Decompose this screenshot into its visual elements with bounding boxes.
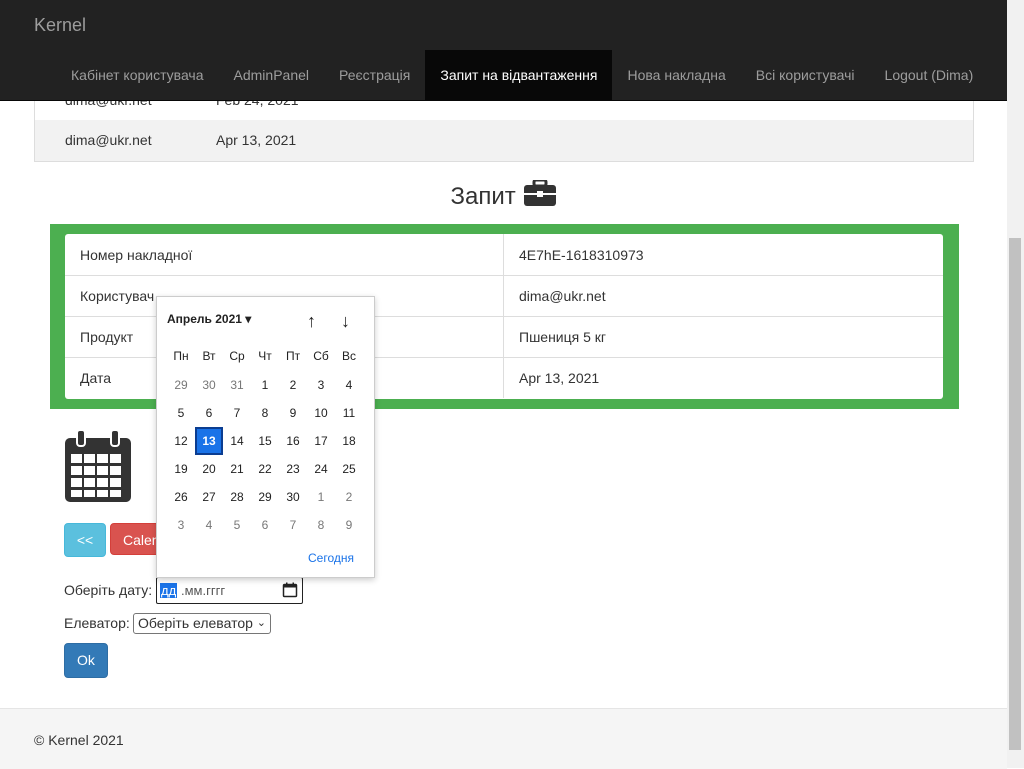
calendar-day[interactable]: 18 — [335, 431, 363, 451]
calendar-day[interactable]: 5 — [223, 515, 251, 535]
previous-month-arrow-icon[interactable]: ↑ — [307, 311, 316, 332]
calendar-day[interactable]: 30 — [279, 487, 307, 507]
nav-menu: Кабінет користувача AdminPanel Реєстраці… — [56, 50, 988, 100]
calendar-day[interactable]: 8 — [307, 515, 335, 535]
row-email: dima@ukr.net — [65, 132, 152, 148]
calendar-day[interactable]: 3 — [167, 515, 195, 535]
weekday-header: Вс — [341, 349, 356, 363]
calendar-day[interactable]: 10 — [307, 403, 335, 423]
calendar-day[interactable]: 19 — [167, 459, 195, 479]
calendar-day[interactable]: 11 — [335, 403, 363, 423]
calendar-day[interactable]: 9 — [279, 403, 307, 423]
selected-day[interactable]: 13 — [195, 427, 223, 455]
chevron-down-icon: ⌄ — [256, 617, 266, 629]
calendar-day[interactable]: 23 — [279, 459, 307, 479]
caret-down-icon: ▾ — [245, 312, 252, 326]
calendar-day[interactable]: 12 — [167, 431, 195, 451]
calendar-day[interactable]: 6 — [251, 515, 279, 535]
date-input[interactable]: дд .мм.гггг — [156, 577, 303, 604]
nav-item-cabinet[interactable]: Кабінет користувача — [56, 50, 219, 100]
nav-item-logout[interactable]: Logout (Dima) — [870, 50, 989, 100]
calendar-picker-icon[interactable] — [282, 582, 298, 598]
elevator-select[interactable]: Оберіть елеватор ⌄ — [133, 613, 271, 634]
calendar-day[interactable]: 6 — [195, 403, 223, 423]
field-label: Номер накладної — [80, 247, 193, 263]
row-date: Apr 13, 2021 — [216, 132, 297, 148]
field-label: Користувач — [80, 288, 155, 304]
calendar-day[interactable]: 20 — [195, 459, 223, 479]
date-label: Оберіть дату: — [64, 582, 153, 598]
weekday-header: Вт — [202, 349, 216, 363]
calendar-day[interactable]: 9 — [335, 515, 363, 535]
elevator-selected-value: Оберіть елеватор — [138, 615, 253, 631]
footer-copyright: © Kernel 2021 — [34, 732, 124, 748]
calendar-day[interactable]: 14 — [223, 431, 251, 451]
calendar-day[interactable]: 25 — [335, 459, 363, 479]
navbar: Kernel Кабінет користувача AdminPanel Ре… — [0, 0, 1007, 101]
nav-item-request[interactable]: Запит на відвантаження — [425, 50, 613, 100]
table-row: Номер накладної 4E7hE-1618310973 — [65, 234, 943, 276]
briefcase-icon — [524, 178, 557, 206]
calendar-day[interactable]: 4 — [195, 515, 223, 535]
title-text: Запит — [450, 183, 516, 210]
weekday-header: Сб — [313, 349, 329, 363]
calendar-day[interactable]: 29 — [167, 375, 195, 395]
date-picker-popup: Апрель 2021 ▾ ↑ ↓ Пн Вт Ср Чт Пт Сб Вс 29 30 31 1 2… — [156, 296, 375, 578]
calendar-day[interactable]: 1 — [251, 375, 279, 395]
calendar-day[interactable]: 17 — [307, 431, 335, 451]
nav-item-adminpanel[interactable]: AdminPanel — [219, 50, 325, 100]
calendar-day[interactable]: 2 — [335, 487, 363, 507]
field-value: dima@ukr.net — [519, 288, 606, 304]
calendar-day[interactable]: 8 — [251, 403, 279, 423]
calendar-day[interactable]: 29 — [251, 487, 279, 507]
today-link[interactable]: Сегодня — [308, 551, 354, 565]
calendar-day[interactable]: 7 — [279, 515, 307, 535]
weekday-header: Чт — [258, 349, 272, 363]
calendar-day[interactable]: 4 — [335, 375, 363, 395]
calendar-day[interactable]: 7 — [223, 403, 251, 423]
calendar-day[interactable]: 16 — [279, 431, 307, 451]
month-label: Апрель 2021 — [167, 312, 242, 326]
weekday-header: Пт — [285, 349, 301, 363]
table-row: dima@ukr.net Apr 13, 2021 — [34, 120, 974, 162]
nav-item-registration[interactable]: Реєстрація — [324, 50, 425, 100]
elevator-label: Елеватор: — [64, 615, 130, 631]
calendar-day[interactable]: 31 — [223, 375, 251, 395]
calendar-icon — [65, 429, 131, 502]
date-day-segment[interactable]: дд — [160, 583, 178, 598]
field-value: Пшениця 5 кг — [519, 329, 607, 345]
calendar-day[interactable]: 3 — [307, 375, 335, 395]
field-label: Дата — [80, 370, 112, 386]
field-value: 4E7hE-1618310973 — [519, 247, 644, 263]
calendar-day[interactable]: 26 — [167, 487, 195, 507]
page-scrollbar[interactable] — [1007, 0, 1024, 768]
calendar-day[interactable]: 28 — [223, 487, 251, 507]
back-button[interactable]: << — [64, 523, 106, 557]
calendar-day[interactable]: 2 — [279, 375, 307, 395]
calendar-day[interactable]: 5 — [167, 403, 195, 423]
field-value: Apr 13, 2021 — [519, 370, 600, 386]
calendar-day[interactable]: 24 — [307, 459, 335, 479]
weekday-header: Ср — [229, 349, 245, 363]
footer: © Kernel 2021 — [0, 708, 1007, 769]
month-selector[interactable]: Апрель 2021 ▾ — [167, 312, 251, 326]
calendar-day[interactable]: 1 — [307, 487, 335, 507]
calendar-day[interactable]: 15 — [251, 431, 279, 451]
calendar-day[interactable]: 30 — [195, 375, 223, 395]
field-label: Продукт — [80, 329, 134, 345]
ok-button[interactable]: Ok — [64, 643, 108, 678]
weekday-header: Пн — [173, 349, 189, 363]
brand-logo[interactable]: Kernel — [34, 15, 86, 36]
page-title: Запит — [0, 178, 1007, 211]
scrollbar-thumb[interactable] — [1009, 238, 1021, 750]
calendar-day[interactable]: 27 — [195, 487, 223, 507]
nav-item-new-invoice[interactable]: Нова накладна — [612, 50, 740, 100]
date-rest-segments[interactable]: .мм.гггг — [181, 583, 225, 598]
calendar-day[interactable]: 21 — [223, 459, 251, 479]
calendar-day[interactable]: 22 — [251, 459, 279, 479]
next-month-arrow-icon[interactable]: ↓ — [341, 311, 350, 332]
nav-item-all-users[interactable]: Всі користувачі — [741, 50, 870, 100]
